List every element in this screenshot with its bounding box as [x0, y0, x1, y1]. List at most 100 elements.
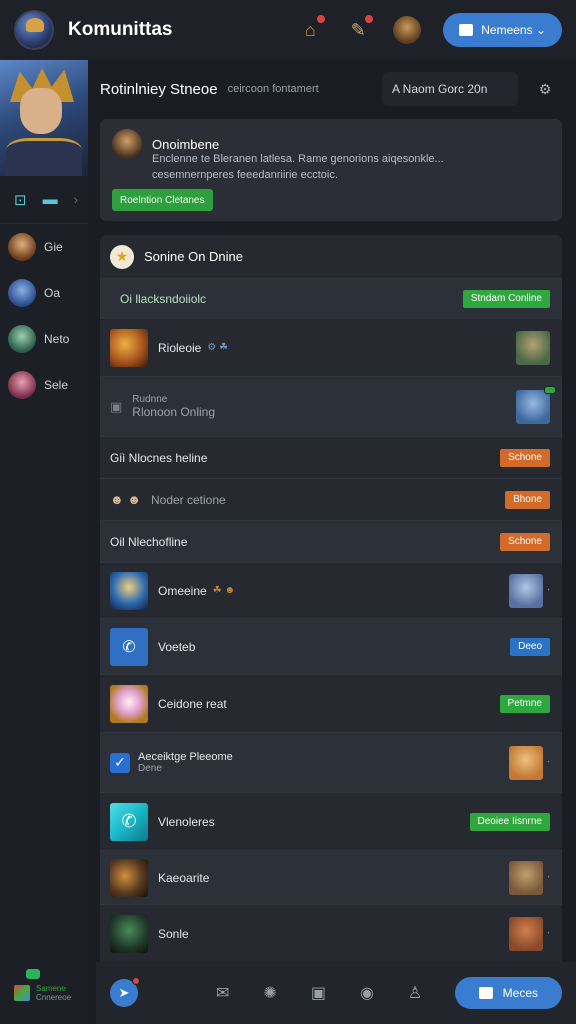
hero-head: [20, 88, 62, 134]
profile-icon[interactable]: ♙: [408, 983, 422, 1003]
more-icon[interactable]: ⋅: [547, 928, 550, 939]
list-item-right: ⋅: [508, 916, 550, 951]
bottom-nav-icons: ✉ ✺ ▣ ◉ ♙: [216, 983, 422, 1003]
list-item[interactable]: Kaeoarite ⋅: [100, 851, 562, 905]
status-badge[interactable]: Deoiee Iisnrne: [469, 812, 550, 831]
user-avatar[interactable]: [393, 16, 422, 44]
rail-user-name: Neto: [44, 332, 70, 346]
status-badge[interactable]: Deeo: [510, 637, 550, 656]
more-icon[interactable]: ⋅: [547, 585, 550, 596]
rail-user-item[interactable]: Oa: [0, 270, 88, 316]
rail-user-item[interactable]: Neto: [0, 316, 88, 362]
top-primary-button-label: Nemeens ⌄: [481, 23, 546, 37]
list-item-right: ⋅: [508, 573, 550, 608]
status-badge[interactable]: Schone: [500, 532, 550, 551]
list-item-label: Vlenoleres: [158, 814, 215, 829]
rail-user-item[interactable]: Sele: [0, 362, 88, 408]
game-thumbnail: [110, 858, 148, 897]
messages-button[interactable]: Meces: [454, 977, 562, 1009]
list-item-right: Bhone: [505, 490, 550, 509]
inbox-icon[interactable]: ✉: [216, 983, 229, 1003]
search-input[interactable]: A Naom Gorc 20n: [382, 72, 518, 106]
pencil-icon[interactable]: ✎: [345, 14, 375, 43]
online-badge: [26, 969, 40, 979]
list-item-label: Voeteb: [158, 639, 196, 654]
app-thumbnail: ✆: [110, 802, 148, 841]
list-item-right: Deoiee Iisnrne: [469, 812, 550, 831]
checkbox[interactable]: ✓: [110, 752, 130, 773]
avatar: [8, 325, 36, 353]
messages-button-label: Meces: [502, 986, 538, 1000]
list-item[interactable]: Sonle ⋅: [100, 905, 562, 963]
list-item-sub: Rlonoon Onling: [132, 405, 216, 419]
list-item-label: Giì Nlocnes heline: [110, 450, 208, 465]
more-icon[interactable]: ⋅: [547, 872, 550, 883]
list-item[interactable]: ✓ Aeceiktge Pleeome Dene ⋅: [100, 733, 562, 793]
list-item[interactable]: ✆ Voeteb Deeo: [100, 619, 562, 675]
star-icon: ★: [110, 244, 134, 269]
list-item-label: Rioleoie: [158, 340, 202, 355]
gear-icon[interactable]: ✺: [263, 983, 276, 1003]
list-item[interactable]: Giì Nlocnes heline Schone: [100, 437, 562, 479]
list-item[interactable]: Ceidone reat Petmne: [100, 675, 562, 733]
more-icon[interactable]: ⋅: [547, 757, 550, 768]
settings-icon[interactable]: ⚙: [528, 72, 562, 106]
info-card-desc-line2: cesemnernperes feeedanriirie ecctoic.: [152, 169, 338, 181]
list-item-label: Rudnne: [132, 394, 168, 405]
app-store-icon: [14, 969, 40, 1001]
list-item[interactable]: Oi llacksndoiiolc Stndam Conline: [100, 279, 562, 319]
avatar: [508, 916, 543, 951]
rail-user-name: Oa: [44, 286, 61, 300]
list-item[interactable]: ✆ Vlenoleres Deoiee Iisnrne: [100, 793, 562, 851]
briefcase-icon: [478, 987, 493, 999]
hero-portrait[interactable]: [0, 60, 88, 176]
section-header: Rotinlniey Stneoe ceircoon fontamert A N…: [100, 60, 562, 118]
list-item-label: Omeeine: [158, 583, 207, 598]
list-item-right: ⋅: [508, 860, 550, 895]
status-badge[interactable]: Stndam Conline: [462, 289, 550, 308]
top-primary-button[interactable]: Nemeens ⌄: [443, 13, 562, 47]
top-bar: Komunittas ⌂ ✎ Nemeens ⌄: [0, 0, 576, 60]
bottom-nav: ➤ ✉ ✺ ▣ ◉ ♙ Meces: [96, 962, 576, 1024]
list-item-label: Oil Nlechofline: [110, 534, 188, 549]
list-item[interactable]: Oil Nlechofline Schone: [100, 521, 562, 563]
hero-armor: [6, 138, 82, 176]
status-badge[interactable]: Petmne: [499, 694, 550, 713]
rail-footer-line2: Cnnereoe: [36, 993, 72, 1002]
list-header: ★ Sonine On Dnine: [100, 235, 562, 279]
info-card: Onoimbene Enclenne te Bleranen latlesa. …: [100, 119, 562, 221]
status-badge[interactable]: Schone: [500, 448, 550, 467]
list-item-right: Deeo: [510, 637, 550, 656]
list-item-text: Aeceiktge Pleeome Dene: [138, 751, 233, 774]
list-item[interactable]: Omeeine ☘ ☻ ⋅: [100, 563, 562, 619]
list-item-label: Noder cetione: [150, 492, 226, 507]
chevron-right-icon[interactable]: ›: [74, 192, 78, 207]
status-badge[interactable]: Bhone: [505, 490, 550, 509]
home-icon[interactable]: ⌂: [297, 14, 327, 43]
briefcase-icon: [459, 24, 474, 36]
online-badge: [544, 385, 556, 394]
game-thumbnail: [110, 684, 148, 723]
image-icon[interactable]: ▣: [311, 983, 326, 1003]
app-logo-avatar[interactable]: [14, 10, 54, 50]
list-title: Sonine On Dnine: [144, 249, 244, 264]
list-item[interactable]: Rioleoie ⚙ ☘: [100, 319, 562, 377]
notification-dot: [316, 14, 327, 24]
left-rail: ⊡ ▬ › Gie Oa Neto Sele Samene Cnnereoe: [0, 60, 88, 1024]
list-item-text: Rudnne Rlonoon Onling: [132, 394, 215, 419]
info-card-action-button[interactable]: Roelntion Cletanes: [112, 189, 213, 211]
controller-icon[interactable]: ◉: [360, 983, 374, 1003]
compass-icon[interactable]: ➤: [110, 977, 140, 1007]
rail-user-item[interactable]: Gie: [0, 224, 88, 270]
list-item-label: Oi llacksndoiiolc: [120, 291, 207, 306]
list-item-right: Schone: [500, 532, 550, 551]
rail-footer[interactable]: Samene Cnnereoe: [0, 969, 88, 1002]
list-item-right: Schone: [500, 448, 550, 467]
game-thumbnail: [110, 328, 148, 367]
list-item[interactable]: ▣ Rudnne Rlonoon Onling: [100, 377, 562, 437]
skull-icons: ☻ ☻: [110, 492, 141, 507]
dash-icon[interactable]: ▬: [43, 191, 58, 208]
list-item[interactable]: ☻ ☻ Noder cetione Bhone: [100, 479, 562, 521]
avatar: [8, 233, 36, 261]
layout-icon[interactable]: ⊡: [14, 191, 27, 209]
